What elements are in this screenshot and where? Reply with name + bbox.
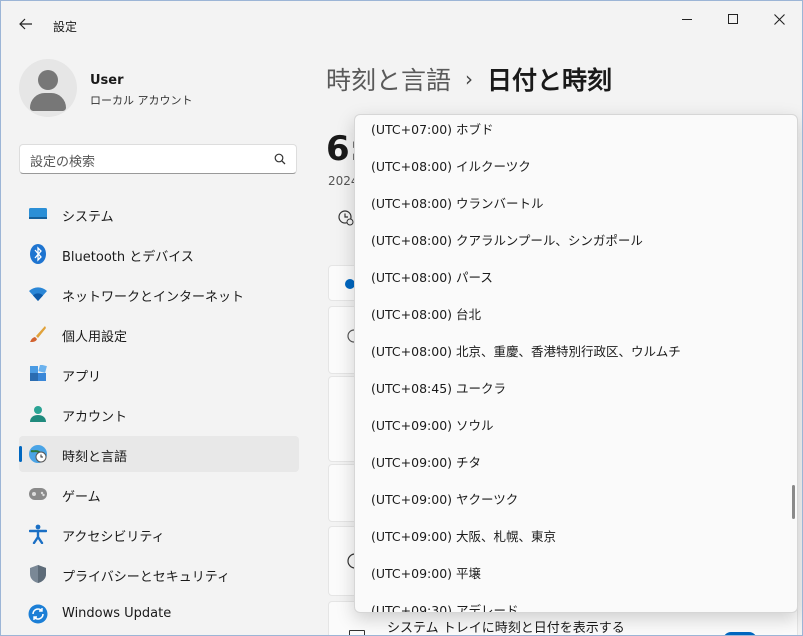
minimize-icon[interactable] [664,7,710,31]
sidebar-item-label: 時刻と言語 [62,450,128,465]
sidebar-item-accounts[interactable]: アカウント [19,396,299,432]
timezone-option[interactable]: (UTC+09:00) チタ [355,439,797,476]
user-name: User [90,73,124,88]
tray-toggle[interactable] [723,632,757,635]
sidebar-item-label: アクセシビリティ [62,530,165,545]
sidebar-item-privacy[interactable]: プライバシーとセキュリティ [19,556,299,592]
sidebar-item-label: Windows Update [62,606,172,621]
timezone-option[interactable]: (UTC+08:00) クアラルンプール、シンガポール [355,217,797,254]
user-profile[interactable]: User ローカル アカウント [19,59,299,119]
avatar [19,59,77,117]
sidebar-item-time-language[interactable]: 時刻と言語 [19,436,299,472]
sidebar-item-accessibility[interactable]: アクセシビリティ [19,516,299,552]
search-input[interactable]: 設定の検索 [19,144,297,174]
breadcrumb-separator: › [465,67,474,91]
timezone-list: (UTC+07:00) ホブド (UTC+08:00) イルクーツク (UTC+… [355,115,797,612]
dropdown-scrollbar[interactable] [792,485,795,519]
timezone-option[interactable]: (UTC+08:00) イルクーツク [355,143,797,180]
taskbar-icon [349,630,365,635]
time-language-icon [28,444,48,464]
clock-sync-icon [338,210,354,226]
sidebar-item-label: アプリ [62,370,102,385]
settings-window: 設定 User ローカル アカウント 設定の検索 システム Bluetooth … [0,0,803,636]
timezone-option[interactable]: (UTC+08:45) ユークラ [355,365,797,402]
gamepad-icon [28,484,48,504]
sidebar-item-personalization[interactable]: 個人用設定 [19,316,299,352]
sidebar-item-system[interactable]: システム [19,196,299,232]
sidebar-item-label: アカウント [62,410,128,425]
timezone-dropdown-list[interactable]: (UTC+07:00) ホブド (UTC+08:00) イルクーツク (UTC+… [354,114,798,613]
search-placeholder: 設定の検索 [30,155,96,170]
sidebar-item-label: ゲーム [62,490,101,505]
app-title: 設定 [53,20,78,34]
title-bar: 設定 [1,1,802,49]
timezone-option[interactable]: (UTC+09:00) ソウル [355,402,797,439]
bluetooth-icon [28,244,48,264]
update-icon [28,604,48,624]
sidebar-item-bluetooth[interactable]: Bluetooth とデバイス [19,236,299,272]
account-type: ローカル アカウント [90,94,193,107]
sidebar-nav: システム Bluetooth とデバイス ネットワークとインターネット 個人用設… [19,196,299,635]
timezone-option[interactable]: (UTC+09:00) ヤクーツク [355,476,797,513]
sidebar-item-apps[interactable]: アプリ [19,356,299,392]
brush-icon [28,324,48,344]
search-icon[interactable] [274,153,286,165]
timezone-option[interactable]: (UTC+08:00) ウランバートル [355,180,797,217]
close-icon[interactable] [756,7,802,31]
sidebar-item-label: ネットワークとインターネット [62,290,245,305]
sidebar-item-label: Bluetooth とデバイス [62,250,194,265]
timezone-option[interactable]: (UTC+07:00) ホブド [355,115,797,143]
tray-setting-label: システム トレイに時刻と日付を表示する [387,621,625,636]
page-title: 日付と時刻 [487,66,613,95]
timezone-option[interactable]: (UTC+08:00) 台北 [355,291,797,328]
timezone-option[interactable]: (UTC+08:00) パース [355,254,797,291]
wifi-icon [28,284,48,304]
apps-icon [28,364,48,384]
sidebar-item-windows-update[interactable]: Windows Update [19,596,299,632]
sidebar-item-network[interactable]: ネットワークとインターネット [19,276,299,312]
maximize-icon[interactable] [710,7,756,31]
timezone-option[interactable]: (UTC+09:00) 平壌 [355,550,797,587]
back-arrow-icon[interactable] [15,13,37,35]
breadcrumb: 時刻と言語 › 日付と時刻 [326,59,612,99]
account-icon [28,404,48,424]
sidebar-item-gaming[interactable]: ゲーム [19,476,299,512]
system-icon [28,204,48,224]
timezone-option[interactable]: (UTC+09:00) 大阪、札幌、東京 [355,513,797,550]
breadcrumb-parent[interactable]: 時刻と言語 [326,61,451,97]
timezone-option[interactable]: (UTC+09:30) アデレード [355,587,797,612]
sidebar-item-label: システム [62,210,114,225]
accessibility-icon [28,524,48,544]
sidebar-item-label: 個人用設定 [62,330,128,345]
shield-icon [28,564,48,584]
sidebar-item-label: プライバシーとセキュリティ [62,570,230,585]
timezone-option[interactable]: (UTC+08:00) 北京、重慶、香港特別行政区、ウルムチ [355,328,797,365]
